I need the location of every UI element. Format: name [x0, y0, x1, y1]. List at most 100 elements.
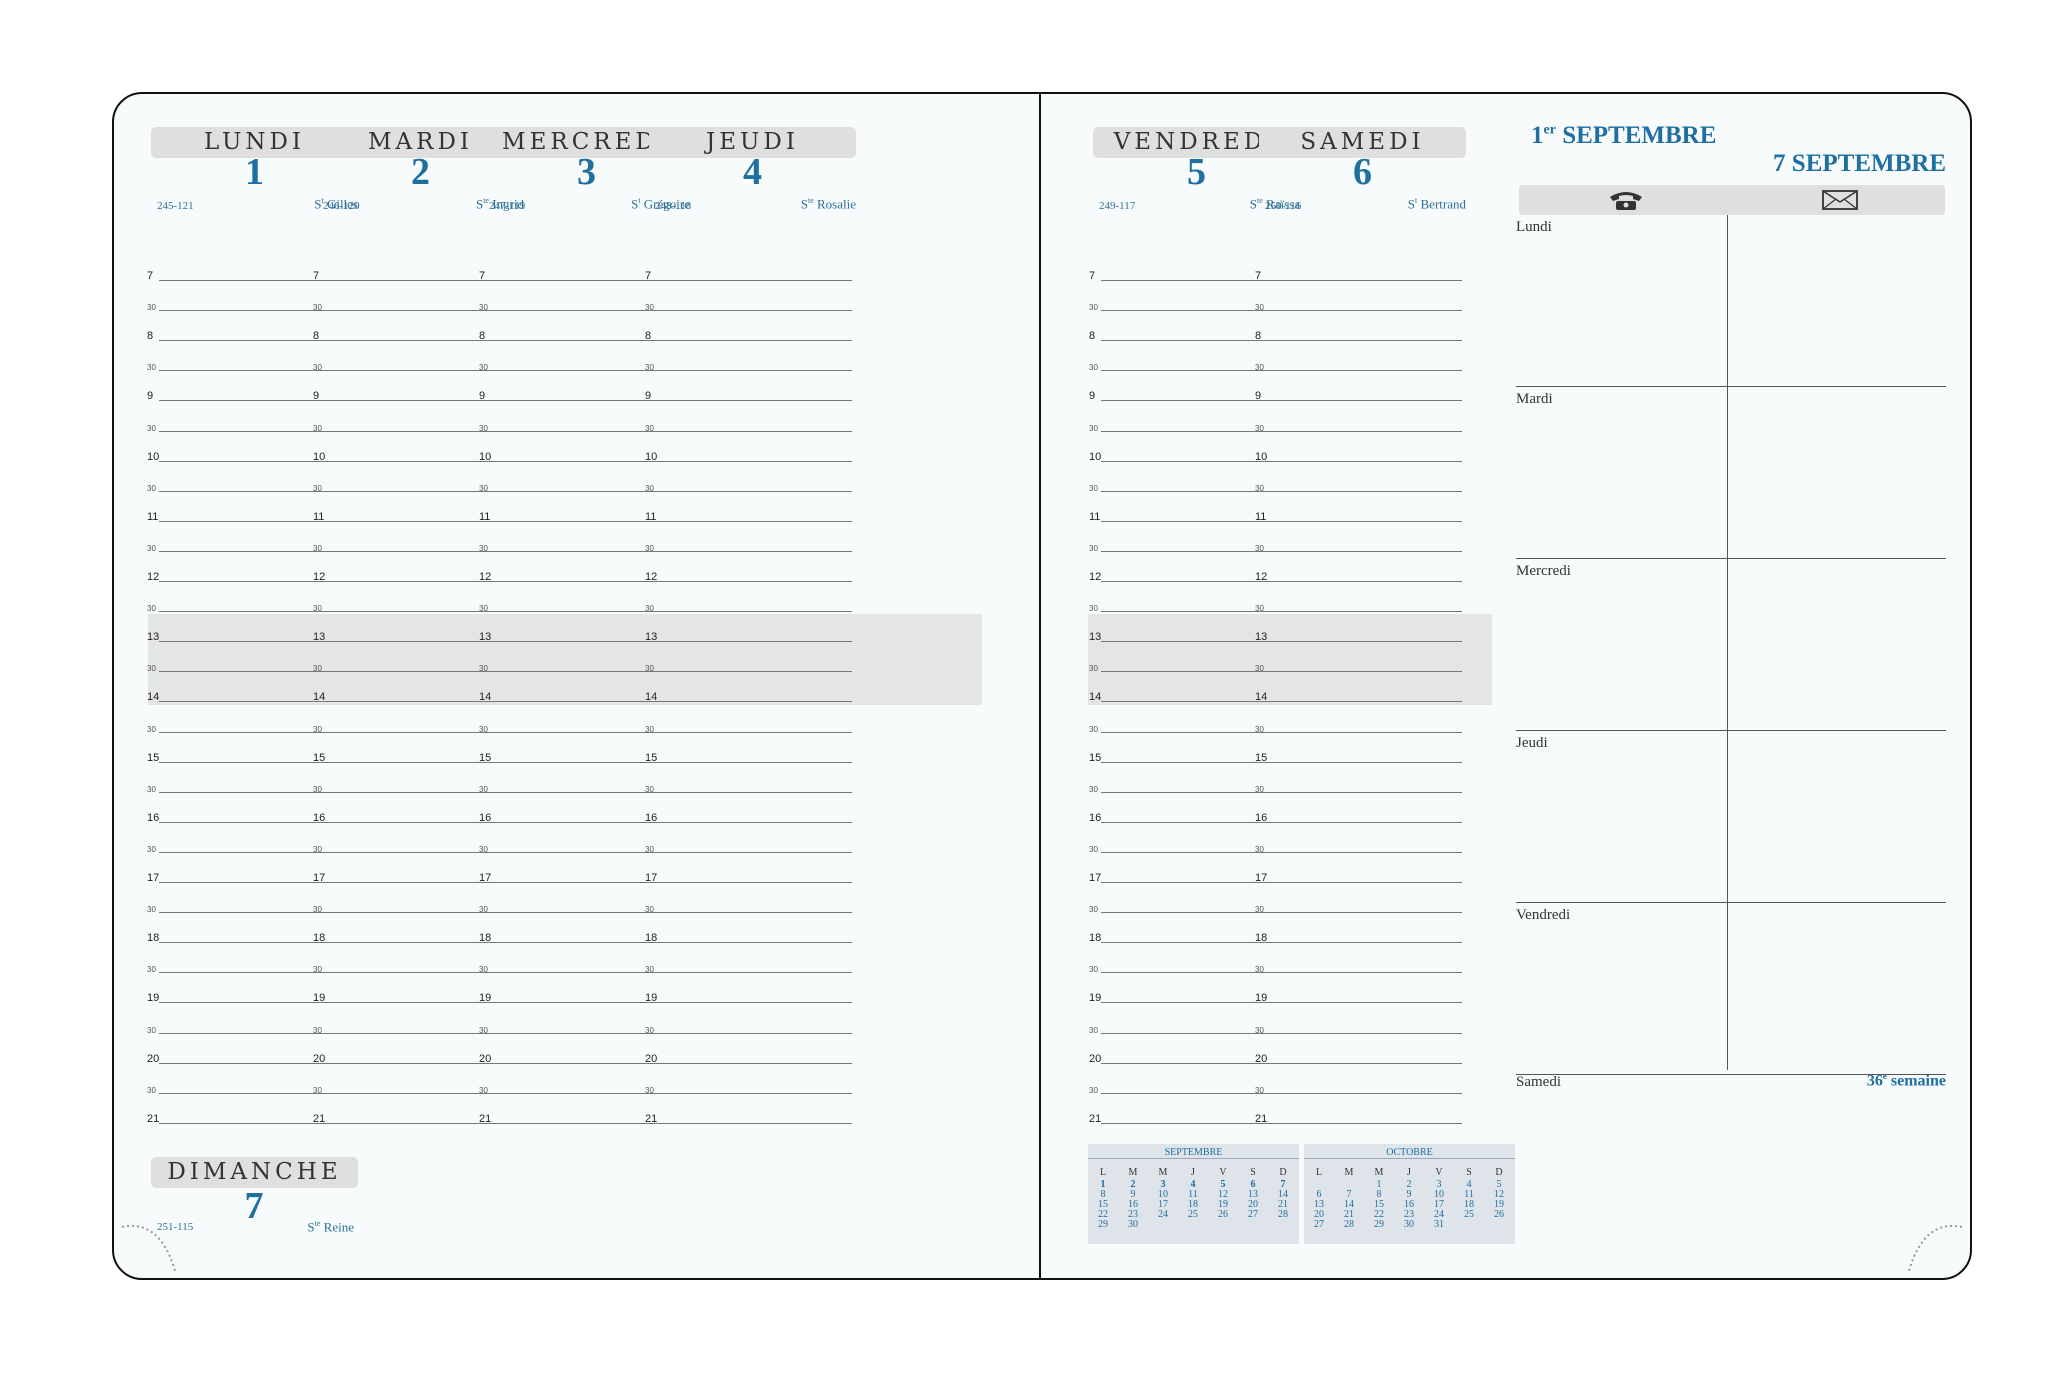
time-slot[interactable]: 7 [645, 270, 852, 282]
time-label: 14 [313, 691, 326, 704]
time-label: 18 [1089, 932, 1102, 945]
slot-line [657, 280, 852, 281]
week-start-date: 1er SEPTEMBRE [1531, 122, 1717, 149]
time-slot[interactable]: 21 [645, 1113, 852, 1125]
time-slot[interactable]: 30 [1255, 363, 1462, 372]
time-label: 12 [1255, 571, 1268, 583]
notes-row[interactable]: Jeudi [1516, 731, 1946, 903]
mini-calendar-weekday: D [1495, 1167, 1503, 1178]
time-slot[interactable]: 30 [645, 725, 852, 734]
time-slot[interactable]: 30 [1255, 484, 1462, 493]
time-slot[interactable]: 17 [1255, 872, 1462, 884]
time-slot[interactable]: 16 [1255, 812, 1462, 824]
time-slot[interactable]: 16 [645, 812, 852, 824]
time-slot[interactable]: 30 [645, 845, 852, 854]
time-label: 8 [479, 330, 486, 343]
time-slot[interactable]: 30 [645, 484, 852, 493]
time-slot[interactable]: 8 [1255, 330, 1462, 342]
time-slot[interactable]: 14 [645, 691, 852, 703]
time-label: 30 [479, 543, 488, 553]
time-label: 30 [645, 965, 654, 975]
time-slot[interactable]: 30 [645, 1086, 852, 1095]
lunch-shade-right [1088, 614, 1492, 705]
time-label: 19 [479, 992, 492, 1005]
time-slot[interactable]: 30 [1255, 664, 1462, 673]
time-slot[interactable]: 30 [645, 303, 852, 312]
time-label: 30 [645, 483, 654, 493]
time-label: 30 [1255, 905, 1264, 915]
time-slot[interactable]: 19 [645, 992, 852, 1004]
time-slot[interactable]: 17 [645, 872, 852, 884]
time-slot[interactable]: 12 [1255, 571, 1462, 583]
time-label: 10 [645, 450, 658, 463]
time-label: 12 [147, 571, 160, 583]
slot-line [1267, 851, 1462, 853]
time-slot[interactable]: 10 [1255, 451, 1462, 463]
time-slot[interactable]: 13 [1255, 631, 1462, 643]
time-slot[interactable]: 30 [645, 544, 852, 553]
time-slot[interactable]: 15 [645, 752, 852, 764]
slot-line [657, 581, 852, 582]
notes-row-samedi: Samedi [1516, 1074, 1561, 1090]
slot-line [657, 520, 852, 522]
time-slot[interactable]: 30 [645, 905, 852, 914]
saint-suffix: te [807, 196, 814, 205]
time-slot[interactable]: 30 [1255, 965, 1462, 974]
time-slot[interactable]: 30 [1255, 905, 1462, 914]
time-slot[interactable]: 20 [645, 1053, 852, 1065]
time-slot[interactable]: 30 [1255, 1086, 1462, 1095]
notes-row[interactable]: Mardi [1516, 387, 1946, 559]
time-label: 14 [1255, 691, 1268, 704]
time-slot[interactable]: 11 [1255, 511, 1462, 523]
time-label: 7 [147, 270, 154, 282]
slot-line [1267, 581, 1462, 582]
mini-calendar-day: 26 [1218, 1209, 1228, 1220]
day-number: 5 [1187, 151, 1206, 193]
time-slot[interactable]: 30 [645, 1026, 852, 1035]
time-slot[interactable]: 13 [645, 631, 852, 643]
time-slot[interactable]: 15 [1255, 752, 1462, 764]
notes-row[interactable]: Mercredi [1516, 559, 1946, 731]
notes-row-label: Lundi [1516, 219, 1552, 235]
notes-row[interactable]: Vendredi [1516, 903, 1946, 1075]
time-slot[interactable]: 10 [645, 451, 852, 463]
time-slot[interactable]: 30 [645, 965, 852, 974]
time-slot[interactable]: 30 [1255, 785, 1462, 794]
time-label: 30 [479, 784, 488, 794]
time-slot[interactable]: 21 [1255, 1113, 1462, 1125]
time-slot[interactable]: 9 [1255, 390, 1462, 402]
time-slot[interactable]: 30 [1255, 544, 1462, 553]
time-slot[interactable]: 30 [1255, 845, 1462, 854]
time-slot[interactable]: 30 [1255, 303, 1462, 312]
time-slot[interactable]: 30 [1255, 424, 1462, 433]
time-label: 30 [1255, 844, 1264, 854]
time-slot[interactable]: 12 [645, 571, 852, 583]
time-slot[interactable]: 30 [645, 424, 852, 433]
time-slot[interactable]: 9 [645, 390, 852, 402]
time-slot[interactable]: 30 [1255, 725, 1462, 734]
time-slot[interactable]: 19 [1255, 992, 1462, 1004]
time-label: 10 [147, 450, 160, 463]
day-of-year: 247-119 [489, 200, 526, 212]
time-label: 9 [479, 390, 486, 403]
time-slot[interactable]: 18 [1255, 932, 1462, 944]
corner-ornament-left [121, 1225, 176, 1272]
time-slot[interactable]: 30 [1255, 1026, 1462, 1035]
time-slot[interactable]: 20 [1255, 1053, 1462, 1065]
time-slot[interactable]: 8 [645, 330, 852, 342]
time-slot[interactable]: 30 [645, 664, 852, 673]
time-slot[interactable]: 7 [1255, 270, 1462, 282]
time-slot[interactable]: 30 [645, 363, 852, 372]
time-slot[interactable]: 18 [645, 932, 852, 944]
time-label: 20 [147, 1052, 160, 1065]
time-slot[interactable]: 30 [1255, 604, 1462, 613]
time-label: 30 [147, 844, 156, 854]
notes-row[interactable]: Lundi [1516, 215, 1946, 387]
time-slot[interactable]: 11 [645, 511, 852, 523]
time-slot[interactable]: 30 [645, 785, 852, 794]
time-slot[interactable]: 14 [1255, 691, 1462, 703]
time-label: 30 [1089, 363, 1098, 373]
mini-calendar-day: 26 [1494, 1209, 1504, 1220]
time-slot[interactable]: 30 [645, 604, 852, 613]
notes-row-label: Vendredi [1516, 907, 1571, 923]
